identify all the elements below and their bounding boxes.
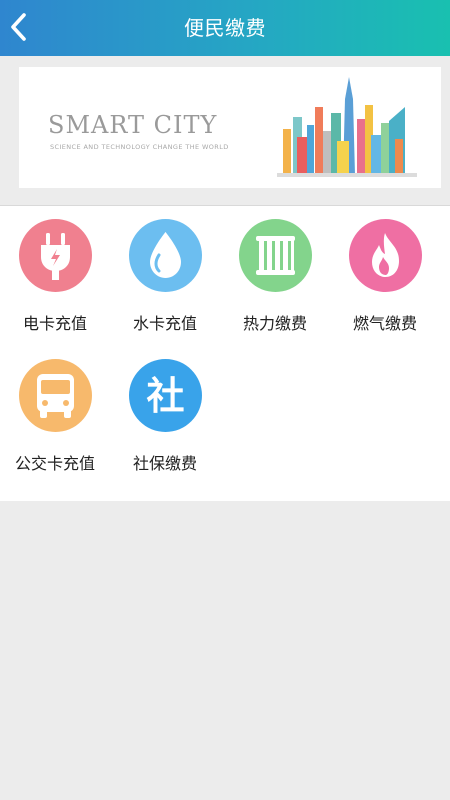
page-title: 便民缴费 (184, 16, 266, 40)
service-label: 电卡充值 (22, 314, 87, 333)
city-skyline-illustration (277, 77, 417, 177)
service-label: 公交卡充值 (14, 454, 95, 473)
plug-icon (19, 219, 92, 292)
service-electric-card[interactable]: 电卡充值 (0, 206, 110, 336)
service-bus-card[interactable]: 公交卡充值 (0, 346, 110, 476)
service-water-card[interactable]: 水卡充值 (110, 206, 220, 336)
banner-subtitle: SCIENCE AND TECHNOLOGY CHANGE THE WORLD (50, 143, 229, 151)
smart-city-banner[interactable]: SMART CITY SCIENCE AND TECHNOLOGY CHANGE… (19, 67, 441, 188)
service-label: 热力缴费 (242, 314, 307, 333)
service-social-security[interactable]: 社 社保缴费 (110, 346, 220, 476)
bus-icon (19, 359, 92, 432)
flame-icon (349, 219, 422, 292)
services-grid: 电卡充值 水卡充值 热力缴费 燃气缴费 公交卡充值 社 社保缴费 (0, 205, 450, 501)
service-gas[interactable]: 燃气缴费 (330, 206, 440, 336)
svg-text:社: 社 (146, 374, 184, 418)
service-label: 社保缴费 (132, 454, 197, 473)
water-drop-icon (129, 219, 202, 292)
banner-area: SMART CITY SCIENCE AND TECHNOLOGY CHANGE… (0, 56, 450, 204)
app-header: 便民缴费 (0, 0, 450, 56)
service-heating[interactable]: 热力缴费 (220, 206, 330, 336)
banner-title: SMART CITY (48, 111, 218, 139)
social-security-icon: 社 (129, 359, 202, 432)
service-label: 水卡充值 (132, 314, 197, 333)
service-label: 燃气缴费 (352, 314, 417, 333)
radiator-icon (239, 219, 312, 292)
